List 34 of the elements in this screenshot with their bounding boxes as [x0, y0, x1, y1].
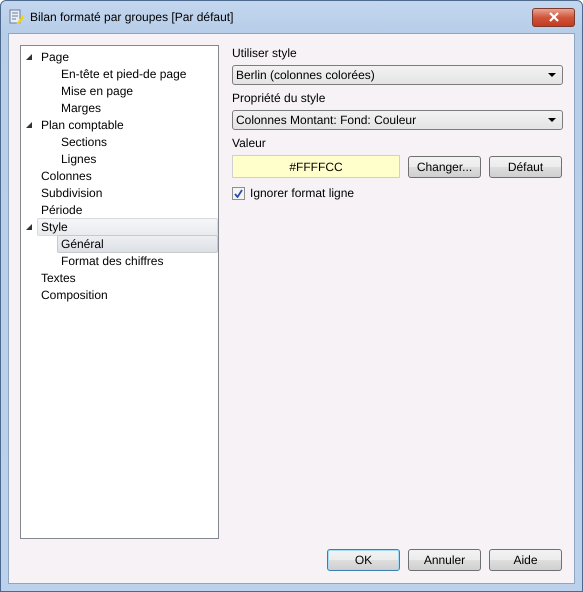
tree-item[interactable]: Sections — [57, 132, 112, 150]
field-label: Utiliser style — [232, 46, 298, 62]
dialog-button[interactable]: Annuler — [408, 549, 481, 571]
tree-item[interactable]: Lignes — [57, 150, 100, 168]
property-dropdown[interactable]: Colonnes Montant: Fond: Couleur — [232, 110, 563, 130]
document-icon — [8, 9, 24, 25]
dialog-button[interactable]: OK — [327, 549, 400, 571]
change-button[interactable]: Changer... — [408, 156, 481, 178]
tree-item[interactable]: Textes — [37, 268, 80, 286]
tree-item[interactable]: Composition — [37, 286, 112, 304]
tree-item[interactable]: Période — [37, 200, 86, 218]
tree-item[interactable]: En-tête et pied-de page — [57, 64, 190, 82]
field-label: Valeur — [232, 136, 267, 152]
tree-item[interactable]: Marges — [57, 98, 106, 116]
tree-item[interactable]: Format des chiffres — [57, 252, 168, 270]
dropdown-caret-icon — [548, 73, 556, 77]
checkbox-label: Ignorer format ligne — [250, 186, 354, 200]
tree-item[interactable]: Page — [37, 48, 74, 66]
dropdown-caret-icon — [548, 118, 556, 122]
tree-item[interactable]: Colonnes — [37, 166, 96, 184]
field-label: Propriété du style — [232, 91, 326, 107]
value-field[interactable]: #FFFFCC — [232, 155, 400, 178]
style-dropdown[interactable]: Berlin (colonnes colorées) — [232, 65, 563, 85]
close-icon — [548, 12, 560, 22]
checkbox[interactable] — [232, 186, 245, 200]
default-button[interactable]: Défaut — [489, 156, 562, 178]
window-title: Bilan formaté par groupes [Par défaut] — [30, 10, 234, 24]
dialog-button[interactable]: Aide — [489, 549, 562, 571]
tree-item[interactable]: Subdivision — [37, 184, 106, 202]
tree-item[interactable]: Style — [37, 218, 218, 236]
tree-item[interactable]: Mise en page — [57, 82, 138, 100]
tree-item[interactable]: Général — [57, 234, 218, 252]
tree-item[interactable]: Plan comptable — [37, 116, 128, 134]
close-button[interactable] — [532, 8, 575, 26]
